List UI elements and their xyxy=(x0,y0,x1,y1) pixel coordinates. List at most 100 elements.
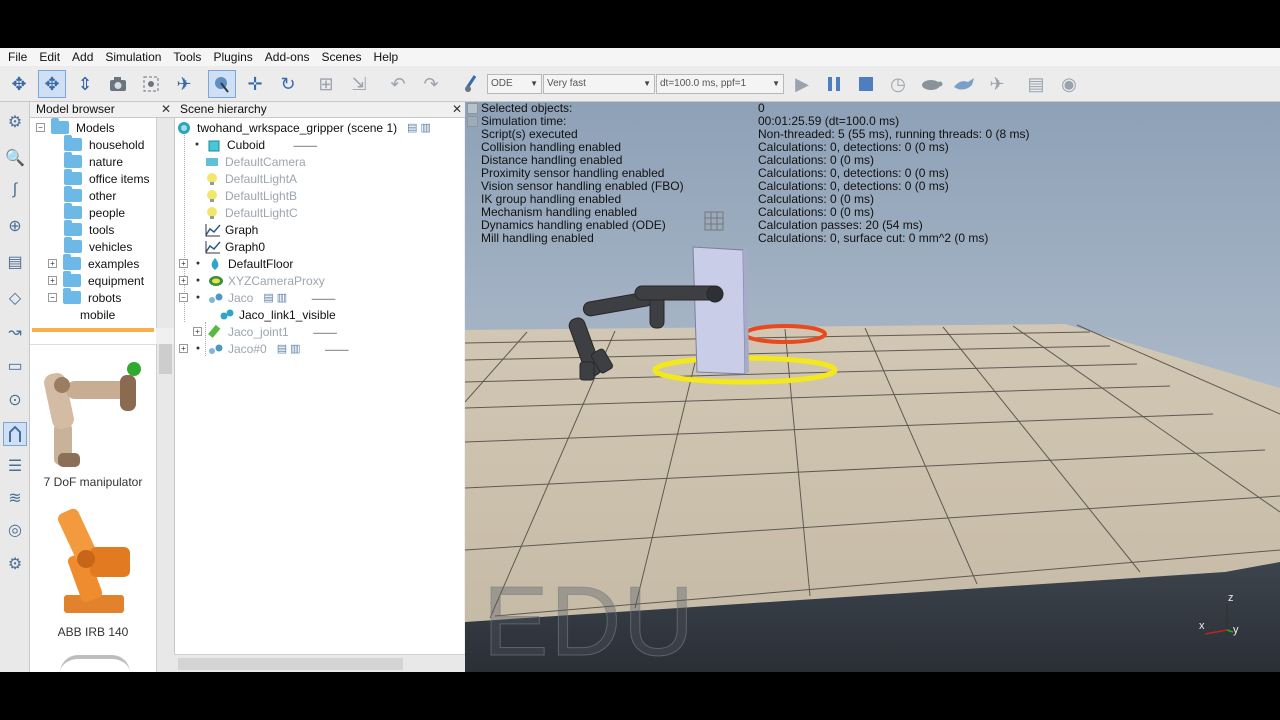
scene-object-jaco-joint1[interactable]: + Jaco_joint1 ⸻ xyxy=(193,323,337,340)
click-selection-icon[interactable] xyxy=(208,70,236,98)
slow-down-icon[interactable] xyxy=(917,70,945,98)
model-tree-scrollbar[interactable] xyxy=(156,118,174,328)
model-folder-robots[interactable]: − robots xyxy=(48,288,121,306)
model-browser-close-icon[interactable]: ✕ xyxy=(161,102,171,117)
engine-select[interactable]: ODE ▼ xyxy=(487,74,542,94)
scene-object-defaultfloor[interactable]: + ● DefaultFloor xyxy=(179,255,293,272)
camera-pan-icon[interactable]: ✥ xyxy=(5,70,33,98)
menu-plugins[interactable]: Plugins xyxy=(207,48,258,66)
expander-icon[interactable]: + xyxy=(48,259,57,268)
layer-stack-icon[interactable]: ≋ xyxy=(3,486,27,510)
object-rotate-icon[interactable]: ↻ xyxy=(274,70,302,98)
shape-edit-icon[interactable]: ◇ xyxy=(3,286,27,310)
scene-hierarchy-toggle-icon[interactable]: ☰ xyxy=(3,454,27,478)
camera-shift-icon[interactable]: ⇕ xyxy=(71,70,99,98)
model-folder-tools[interactable]: tools xyxy=(64,220,114,238)
model-folder-nature[interactable]: nature xyxy=(64,152,123,170)
model-browser-toggle-icon[interactable] xyxy=(3,422,27,446)
menu-simulation[interactable]: Simulation xyxy=(99,48,167,66)
model-folder-people[interactable]: people xyxy=(64,203,125,221)
menu-tools[interactable]: Tools xyxy=(167,48,207,66)
speed-select[interactable]: Very fast ▼ xyxy=(543,74,655,94)
model-folder-examples[interactable]: + examples xyxy=(48,254,139,272)
scene-object-defaultlighta[interactable]: DefaultLightA xyxy=(205,170,297,187)
object-properties-icon[interactable]: 🔍 xyxy=(3,146,27,170)
menu-file[interactable]: File xyxy=(2,48,33,66)
scene-object-graph0[interactable]: Graph0 xyxy=(205,238,265,255)
scripts-icon[interactable]: ▤ xyxy=(3,250,27,274)
expander-icon[interactable]: + xyxy=(179,259,188,268)
scene-object-graph[interactable]: Graph xyxy=(205,221,258,238)
expander-icon[interactable]: + xyxy=(193,327,202,336)
model-folder-household[interactable]: household xyxy=(64,135,144,153)
scene-object-twohand-wrkspace-gripper-scene-1-[interactable]: twohand_wrkspace_gripper (scene 1) ▤ ▥ xyxy=(177,119,431,136)
scene-object-defaultlightc[interactable]: DefaultLightC xyxy=(205,204,298,221)
menu-help[interactable]: Help xyxy=(368,48,405,66)
scene-object-cuboid[interactable]: ● Cuboid ⸻ xyxy=(193,136,318,153)
video-recorder-icon[interactable]: ◎ xyxy=(3,518,27,542)
camera-rotate-icon[interactable]: ✥ xyxy=(38,70,66,98)
menu-scenes[interactable]: Scenes xyxy=(316,48,368,66)
layers-icon[interactable]: ⊙ xyxy=(3,388,27,412)
abb-irb140-thumbnail[interactable]: ABB IRB 140 xyxy=(30,495,156,649)
model-thumbnails-scroll-thumb[interactable] xyxy=(159,344,172,374)
scene-object-defaultcamera[interactable]: DefaultCamera xyxy=(205,153,306,170)
script-icon[interactable]: ▤ ▥ xyxy=(263,291,287,304)
scene-object-jaco-link1-visible[interactable]: Jaco_link1_visible xyxy=(219,306,336,323)
abb-irb140-thumbnail-label: ABB IRB 140 xyxy=(57,625,129,639)
scene-object-defaultlightb[interactable]: DefaultLightB xyxy=(205,187,297,204)
speed-up-icon[interactable] xyxy=(950,70,978,98)
next-model-thumbnail[interactable] xyxy=(60,655,130,672)
model-folder-mobile[interactable]: mobile xyxy=(80,306,115,323)
threaded-rendering-icon[interactable]: ✈ xyxy=(983,70,1011,98)
manipulation-icon[interactable]: ✈ xyxy=(170,70,198,98)
camera-angle-icon[interactable] xyxy=(104,70,132,98)
info-toggle-icon[interactable] xyxy=(467,103,478,114)
collections-icon[interactable]: ⊕ xyxy=(3,214,27,238)
scene-hierarchy-hscrollbar[interactable] xyxy=(174,654,465,672)
fit-to-view-icon[interactable] xyxy=(137,70,165,98)
model-folder-vehicles[interactable]: vehicles xyxy=(64,237,132,255)
undo-icon[interactable]: ↶ xyxy=(384,70,412,98)
expander-icon[interactable]: + xyxy=(48,276,57,285)
model-folder-equipment[interactable]: + equipment xyxy=(48,271,144,289)
manipulator-thumbnail[interactable]: 7 DoF manipulator xyxy=(30,345,156,493)
expander-icon[interactable]: + xyxy=(179,276,188,285)
page-selector-icon[interactable]: ◉ xyxy=(1055,70,1083,98)
scene-selector-icon[interactable]: ▤ xyxy=(1022,70,1050,98)
expander-icon[interactable]: − xyxy=(36,123,45,132)
selection-icon[interactable]: ▭ xyxy=(3,354,27,378)
model-folder-office-items[interactable]: office items xyxy=(64,169,149,187)
scene-object-jaco[interactable]: − ● Jaco ▤ ▥ ⸻ xyxy=(179,289,336,306)
scene-object-jaco-0[interactable]: + ● Jaco#0 ▤ ▥ ⸻ xyxy=(179,340,349,357)
user-settings-icon[interactable]: ⚙ xyxy=(3,552,27,576)
expander-icon[interactable]: + xyxy=(179,344,188,353)
object-shift-icon[interactable]: ✛ xyxy=(241,70,269,98)
model-folder-models[interactable]: − Models xyxy=(36,118,115,136)
scene-hierarchy-hscroll-thumb[interactable] xyxy=(178,658,403,670)
redo-icon[interactable]: ↷ xyxy=(417,70,445,98)
model-thumbnails-scrollbar[interactable] xyxy=(156,344,174,672)
calculation-modules-icon[interactable]: ∫ xyxy=(3,178,27,202)
folder-icon xyxy=(64,203,82,219)
menu-addons[interactable]: Add-ons xyxy=(259,48,316,66)
path-edit-icon[interactable]: ↝ xyxy=(3,320,27,344)
script-icon[interactable]: ▤ ▥ xyxy=(407,121,431,134)
scene-object-xyzcameraproxy[interactable]: + ● XYZCameraProxy xyxy=(179,272,325,289)
script-icon[interactable]: ▤ ▥ xyxy=(277,342,301,355)
pause-icon[interactable] xyxy=(820,70,848,98)
model-folder-other[interactable]: other xyxy=(64,186,116,204)
timestep-select[interactable]: dt=100.0 ms, ppf=1 ▼ xyxy=(656,74,784,94)
expander-icon[interactable]: − xyxy=(179,293,188,302)
transfer-dna-icon[interactable]: ⇲ xyxy=(345,70,373,98)
info-expand-icon[interactable] xyxy=(467,116,478,127)
simulation-settings-icon[interactable]: ⚙ xyxy=(3,110,27,134)
play-icon[interactable]: ▶ xyxy=(788,70,816,98)
stop-icon[interactable] xyxy=(852,70,880,98)
realtime-clock-icon[interactable]: ◷ xyxy=(884,70,912,98)
menu-add[interactable]: Add xyxy=(66,48,99,66)
scene-hierarchy-close-icon[interactable]: ✕ xyxy=(452,102,462,117)
menu-edit[interactable]: Edit xyxy=(33,48,66,66)
expander-icon[interactable]: − xyxy=(48,293,57,302)
assemble-icon[interactable]: ⊞ xyxy=(312,70,340,98)
